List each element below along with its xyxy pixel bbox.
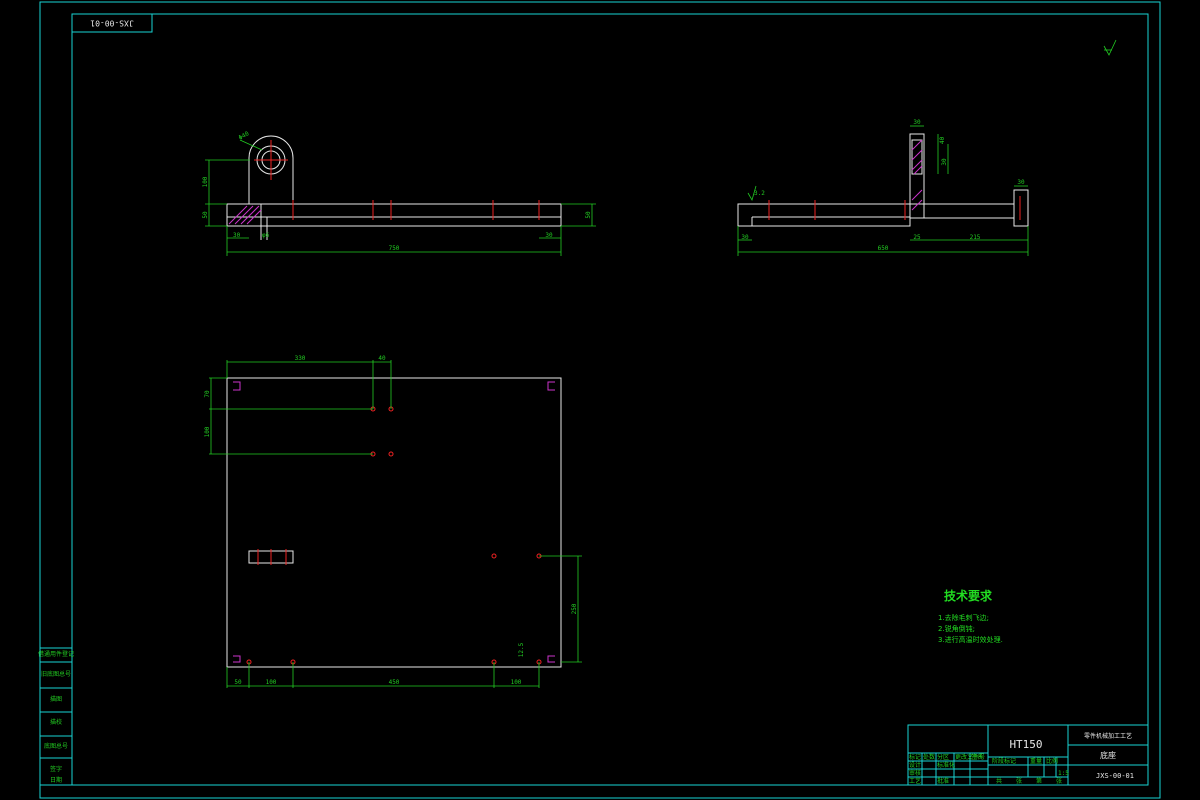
svg-text:设计: 设计 <box>909 761 921 769</box>
svg-text:日期: 日期 <box>50 776 62 784</box>
left-signature-strip: 借通用件登记 旧底图总号 描图 描校 底图总号 签字 日期 <box>38 647 74 786</box>
svg-text:100: 100 <box>266 679 277 686</box>
svg-text:共: 共 <box>996 777 1002 785</box>
svg-text:450: 450 <box>389 679 400 686</box>
svg-text:重量: 重量 <box>1030 757 1042 765</box>
svg-text:50: 50 <box>585 211 592 219</box>
svg-text:技术要求: 技术要求 <box>944 588 993 603</box>
front-view: 750 30 φ6 30 100 50 50 Φ40 <box>202 130 596 256</box>
svg-text:标记: 标记 <box>909 753 921 761</box>
svg-text:50: 50 <box>202 211 209 219</box>
svg-text:φ6: φ6 <box>262 232 270 239</box>
svg-text:HT150: HT150 <box>1009 738 1042 751</box>
svg-text:第: 第 <box>1036 777 1042 785</box>
svg-text:40: 40 <box>378 355 386 362</box>
svg-text:3.2: 3.2 <box>754 190 765 197</box>
svg-text:12.5: 12.5 <box>518 642 525 657</box>
svg-text:330: 330 <box>295 355 306 362</box>
svg-text:阶段标记: 阶段标记 <box>992 757 1016 765</box>
svg-text:3.进行高温时效处理.: 3.进行高温时效处理. <box>938 635 1003 644</box>
svg-text:30: 30 <box>913 119 921 126</box>
svg-text:100: 100 <box>204 426 211 437</box>
svg-text:借通用件登记: 借通用件登记 <box>38 650 74 658</box>
svg-text:签名: 签名 <box>971 753 983 761</box>
svg-text:1:5: 1:5 <box>1058 770 1069 777</box>
svg-text:30: 30 <box>233 232 241 239</box>
title-block: 标记 处数 分区 更改文件号 签名 设计 审核 工艺 标准化 批准 HT150 … <box>907 724 1149 786</box>
svg-text:处数: 处数 <box>923 753 935 761</box>
svg-text:JXS-00-01: JXS-00-01 <box>1096 772 1134 780</box>
svg-text:30: 30 <box>741 234 749 241</box>
roughness-symbol <box>1103 39 1117 56</box>
svg-text:批准: 批准 <box>937 777 949 785</box>
svg-text:工艺: 工艺 <box>909 777 921 785</box>
svg-text:30: 30 <box>941 158 948 166</box>
svg-text:30: 30 <box>1017 179 1025 186</box>
svg-text:描校: 描校 <box>50 718 62 726</box>
svg-text:250: 250 <box>571 603 578 614</box>
technical-requirements: 技术要求 1.去除毛刺飞边; 2.锐角倒钝; 3.进行高温时效处理. <box>938 588 1003 644</box>
svg-text:分区: 分区 <box>937 753 949 761</box>
svg-text:70: 70 <box>204 390 211 398</box>
side-view: 3.2 650 30 25 215 30 40 30 30 <box>737 119 1029 256</box>
svg-text:Φ40: Φ40 <box>238 130 251 142</box>
svg-text:描图: 描图 <box>50 695 62 703</box>
svg-text:215: 215 <box>970 234 981 241</box>
outer-border <box>39 1 1161 799</box>
svg-text:旧底图总号: 旧底图总号 <box>41 670 71 678</box>
svg-text:JXS-00-01: JXS-00-01 <box>90 19 134 28</box>
svg-text:2.锐角倒钝;: 2.锐角倒钝; <box>938 624 975 633</box>
svg-text:750: 750 <box>389 245 400 252</box>
cad-drawing-sheet: JXS-00-01 借通用件登记 旧底图总号 描图 描校 底图总号 签字 日期 <box>38 1 1161 799</box>
svg-text:零件机械加工工艺: 零件机械加工工艺 <box>1084 732 1132 740</box>
inner-border <box>71 13 1149 786</box>
svg-text:25: 25 <box>913 234 921 241</box>
svg-text:1.去除毛刺飞边;: 1.去除毛刺飞边; <box>938 613 989 622</box>
svg-text:30: 30 <box>545 232 553 239</box>
svg-text:50: 50 <box>234 679 242 686</box>
svg-text:100: 100 <box>202 176 209 187</box>
svg-text:40: 40 <box>939 136 946 144</box>
top-view: 330 40 70 100 250 12.5 50 100 450 100 <box>204 355 582 688</box>
svg-text:张: 张 <box>1056 777 1062 785</box>
svg-text:底座: 底座 <box>1100 750 1116 760</box>
svg-text:签字: 签字 <box>50 765 62 773</box>
svg-text:底图总号: 底图总号 <box>44 742 68 750</box>
svg-text:审核: 审核 <box>909 769 921 777</box>
svg-text:比例: 比例 <box>1046 757 1058 765</box>
svg-text:标准化: 标准化 <box>937 761 955 769</box>
drawing-number-stamp: JXS-00-01 <box>71 13 153 33</box>
svg-text:张: 张 <box>1016 777 1022 785</box>
svg-text:650: 650 <box>878 245 889 252</box>
svg-text:100: 100 <box>511 679 522 686</box>
